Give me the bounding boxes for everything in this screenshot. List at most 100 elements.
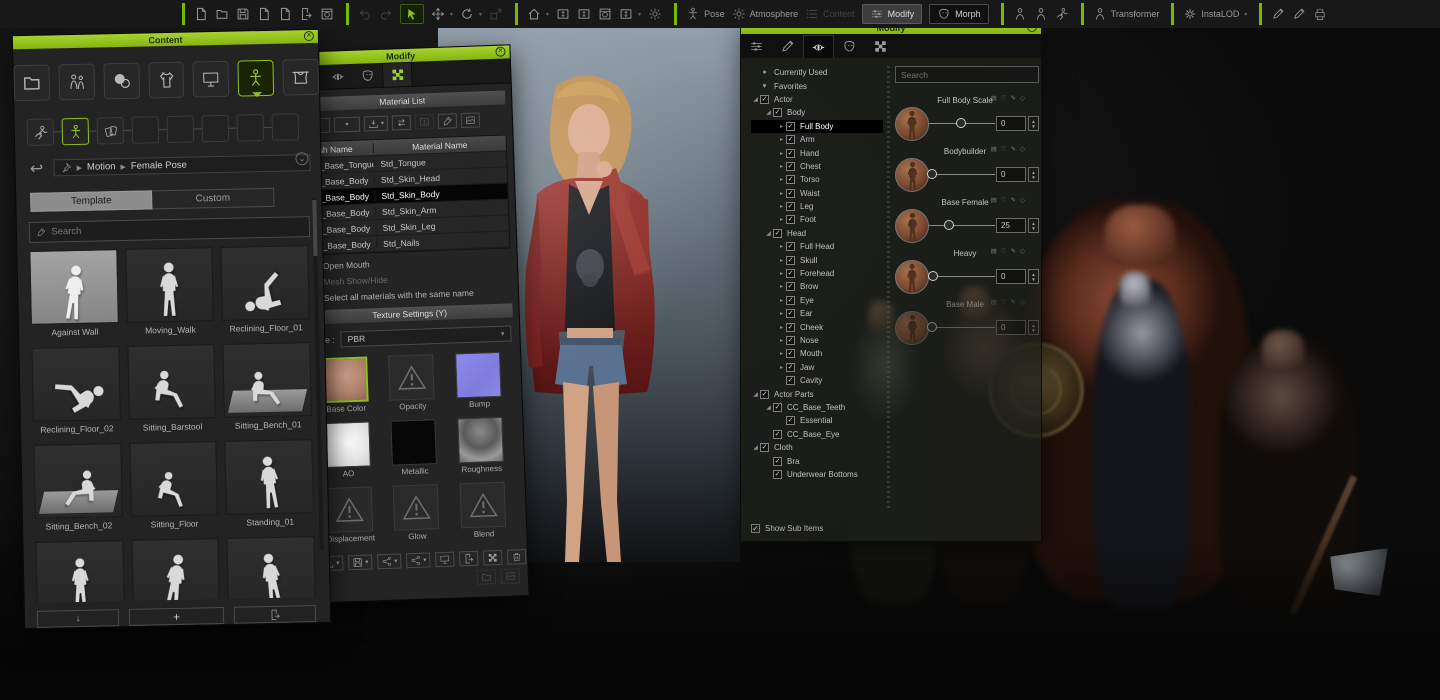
- tab-morph[interactable]: [322, 64, 353, 89]
- tree-item[interactable]: ◢✓Actor Parts: [751, 387, 883, 400]
- subcategory-motion[interactable]: [27, 118, 55, 146]
- texture-slot-opacity[interactable]: Opacity: [381, 354, 444, 412]
- tree-item[interactable]: ◢✓Head: [751, 227, 883, 240]
- copy-material-button[interactable]: ▾: [377, 553, 402, 569]
- texture-thumbnail[interactable]: [457, 417, 504, 464]
- content-toggle-button[interactable]: Content: [805, 7, 855, 21]
- texture-slot-roughness[interactable]: Roughness: [450, 417, 513, 475]
- texture-slot-metallic[interactable]: Metallic: [383, 419, 446, 477]
- export-texture-button[interactable]: [459, 551, 479, 567]
- slider-thumb[interactable]: [927, 169, 937, 179]
- apply-down-button[interactable]: ↓: [37, 609, 119, 628]
- tree-item[interactable]: ✓Essential: [751, 414, 883, 427]
- redo-button[interactable]: [379, 7, 393, 21]
- pose-tile[interactable]: Sitting_Bench_02: [33, 443, 122, 532]
- tab-morph[interactable]: [803, 35, 834, 58]
- slider-track[interactable]: [929, 276, 995, 277]
- instalod-button[interactable]: InstaLOD▾: [1183, 7, 1247, 21]
- undo-button[interactable]: [358, 7, 372, 21]
- texture-thumbnail[interactable]: [391, 419, 438, 466]
- tree-item[interactable]: ✓CC_Base_Eye: [751, 428, 883, 441]
- show-sub-items-option[interactable]: ✓ Show Sub Items: [751, 524, 823, 533]
- export-button[interactable]: [299, 7, 313, 21]
- tree-item[interactable]: ▸✓Brow: [751, 280, 883, 293]
- swap-texture-button[interactable]: [483, 550, 503, 566]
- slider-value-input[interactable]: [996, 269, 1026, 284]
- tree-item[interactable]: ▸✓Eye: [751, 294, 883, 307]
- select-all-materials-option[interactable]: ✓ Select all materials with the same nam…: [310, 286, 518, 303]
- tab-custom[interactable]: Custom: [152, 188, 274, 210]
- tree-item[interactable]: ▸✓Nose: [751, 334, 883, 347]
- morph-thumbnail[interactable]: [895, 260, 929, 294]
- texture-thumbnail[interactable]: [393, 484, 440, 531]
- mesh-show-hide-option[interactable]: Mesh Show/Hide: [309, 270, 517, 287]
- subcategory-empty[interactable]: [132, 116, 160, 144]
- tree-item[interactable]: ◢✓Cloth: [751, 441, 883, 454]
- tree-item[interactable]: ♥Favorites: [751, 79, 883, 92]
- slider-track[interactable]: [929, 123, 995, 124]
- category-project[interactable]: [13, 65, 50, 102]
- unlink-button[interactable]: [501, 568, 521, 584]
- apply-to-actor-button[interactable]: [234, 605, 316, 624]
- tree-item[interactable]: ▸✓Forehead: [751, 267, 883, 280]
- save-button[interactable]: [236, 7, 250, 21]
- slider-thumb[interactable]: [928, 271, 938, 281]
- preview-camera-button[interactable]: ▾: [619, 7, 641, 21]
- close-icon[interactable]: ✕: [495, 47, 505, 57]
- tree-item[interactable]: ▸✓Mouth: [751, 347, 883, 360]
- link-button[interactable]: [477, 569, 497, 585]
- camera-view-button[interactable]: [598, 7, 612, 21]
- subcategory-pose-active[interactable]: [62, 118, 90, 146]
- transformer-button[interactable]: Transformer: [1093, 7, 1160, 21]
- atmosphere-button[interactable]: Atmosphere: [732, 7, 799, 21]
- value-spinner[interactable]: ▲▼: [1028, 269, 1039, 284]
- delete-texture-button[interactable]: [507, 549, 527, 565]
- slider-track[interactable]: [929, 225, 995, 226]
- texture-thumbnail[interactable]: [324, 421, 371, 468]
- slider-value-input[interactable]: [996, 218, 1026, 233]
- render-button[interactable]: [320, 7, 334, 21]
- slider-thumb[interactable]: [927, 322, 937, 332]
- subcategory-empty[interactable]: [202, 115, 230, 143]
- tree-item[interactable]: ✓Bra: [751, 454, 883, 467]
- texture-thumbnail[interactable]: [322, 357, 369, 404]
- save-as-button[interactable]: [257, 7, 271, 21]
- morph-search-box[interactable]: [895, 66, 1039, 83]
- tree-item[interactable]: ▸✓Foot: [751, 213, 883, 226]
- move-tool-button[interactable]: ▾: [431, 7, 453, 21]
- pose-tile[interactable]: [227, 536, 316, 603]
- tree-item[interactable]: ▸✓Full Head: [751, 240, 883, 253]
- sculpt-button[interactable]: [1271, 7, 1285, 21]
- rotate-tool-button[interactable]: ▾: [460, 7, 482, 21]
- slider-value-input[interactable]: [996, 167, 1026, 182]
- morph-toggle-button[interactable]: Morph: [929, 4, 989, 24]
- save-scene-button[interactable]: [278, 7, 292, 21]
- tab-edit-pose[interactable]: [772, 35, 803, 58]
- slider-track[interactable]: [929, 327, 995, 328]
- uv-button[interactable]: [415, 114, 435, 130]
- close-icon[interactable]: ✕: [304, 31, 314, 41]
- morph-thumbnail[interactable]: [895, 107, 929, 141]
- new-project-button[interactable]: [194, 7, 208, 21]
- breadcrumb-root[interactable]: Motion: [87, 161, 116, 173]
- modify-toggle-button[interactable]: Modify: [862, 4, 923, 24]
- tree-item[interactable]: ▸✓Waist: [751, 187, 883, 200]
- texture-thumbnail[interactable]: [460, 482, 507, 529]
- sort-button[interactable]: ▾: [364, 116, 389, 132]
- category-animation-active[interactable]: [238, 60, 275, 97]
- tree-scrollbar[interactable]: [887, 66, 890, 510]
- value-spinner[interactable]: ▲▼: [1028, 218, 1039, 233]
- content-search-input[interactable]: [51, 221, 303, 237]
- tree-item-selected[interactable]: ▸✓Full Body: [751, 120, 883, 133]
- texture-thumbnail[interactable]: [455, 352, 502, 399]
- value-spinner[interactable]: ▲▼: [1028, 116, 1039, 131]
- slider-value-input[interactable]: [996, 320, 1026, 335]
- texture-thumbnail[interactable]: [389, 354, 436, 401]
- texture-thumbnail[interactable]: [327, 486, 374, 533]
- pose-tile[interactable]: Sitting_Bench_01: [223, 342, 312, 431]
- tree-item[interactable]: ✓Cavity: [751, 374, 883, 387]
- light-button[interactable]: [648, 7, 662, 21]
- paint-button[interactable]: [1292, 7, 1306, 21]
- launch-editor-button[interactable]: [435, 552, 455, 568]
- value-spinner[interactable]: ▲▼: [1028, 167, 1039, 182]
